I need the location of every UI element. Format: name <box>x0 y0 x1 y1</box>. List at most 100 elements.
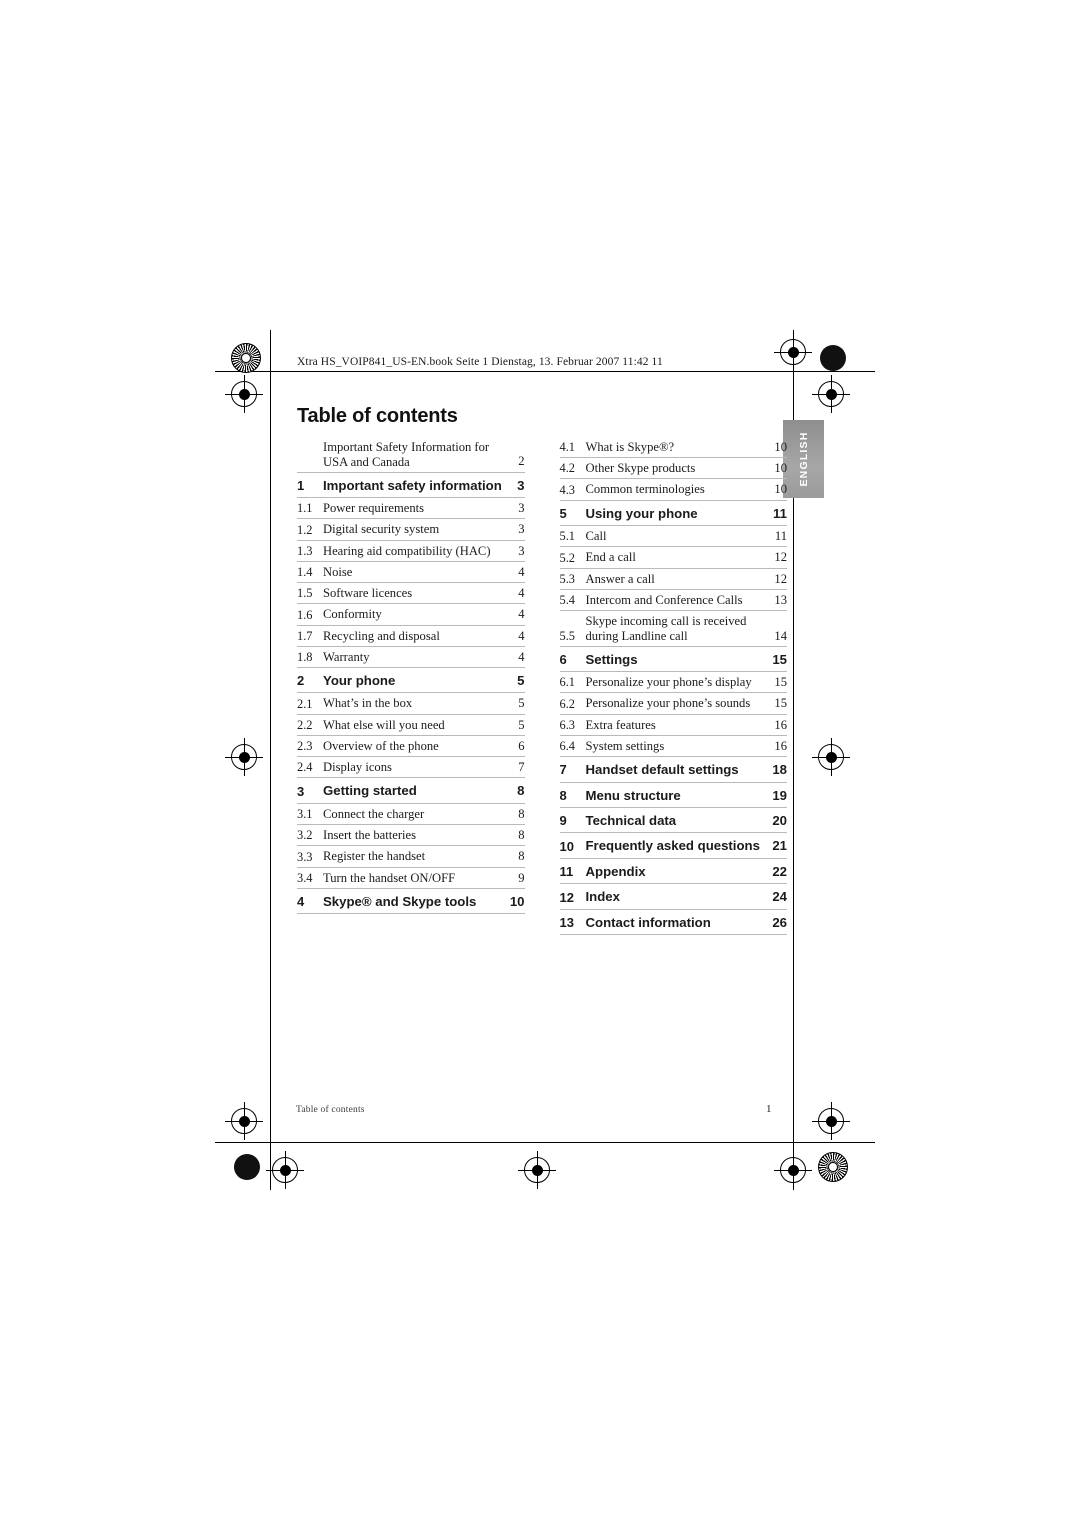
toc-row[interactable]: 5 Using your phone 11 <box>559 501 787 527</box>
toc-entry-title: Important Safety Information for USA and… <box>323 440 490 469</box>
toc-row[interactable]: 5.4 Intercom and Conference Calls 13 <box>559 590 787 612</box>
toc-row[interactable]: 4.1 What is Skype®? 10 <box>559 437 787 459</box>
toc-entry-number: 4.1 <box>559 440 576 455</box>
toc-entry-page: 10 <box>509 893 525 909</box>
toc-row[interactable]: 5.5 Skype incoming call is received durin… <box>559 611 787 647</box>
toc-entry-title: Using your phone <box>585 505 698 521</box>
toc-entry-page: 22 <box>772 863 787 879</box>
toc-row[interactable]: 1.5 Software licences 4 <box>297 583 525 605</box>
toc-entry-number: 1.7 <box>297 628 313 643</box>
toc-entry-page: 26 <box>772 914 787 930</box>
toc-row[interactable]: 1.3 Hearing aid compatibility (HAC) 3 <box>297 541 525 562</box>
toc-entry-number: 5.5 <box>559 628 576 643</box>
toc-entry-title: Your phone <box>323 673 396 688</box>
toc-row[interactable]: 1.7 Recycling and disposal 4 <box>297 626 525 647</box>
toc-row[interactable]: 5.1 Call 11 <box>559 526 787 548</box>
toc-entry-title: Software licences <box>323 586 413 601</box>
toc-entry-number: 2.3 <box>297 739 313 754</box>
toc-row[interactable]: 1.2 Digital security system 3 <box>297 519 525 541</box>
toc-row[interactable]: 1.1 Power requirements 3 <box>297 498 525 520</box>
toc-columns: Important Safety Information for USA and… <box>297 437 787 936</box>
toc-entry-title: End a call <box>585 550 636 565</box>
toc-row[interactable]: 2.1 What’s in the box 5 <box>297 693 525 715</box>
toc-entry-number: 1.8 <box>297 650 313 664</box>
toc-row[interactable]: 5.3 Answer a call 12 <box>559 569 787 590</box>
toc-entry-number: 2 <box>297 673 305 689</box>
toc-row[interactable]: 6.3 Extra features 16 <box>559 715 787 736</box>
toc-row[interactable]: 4.3 Common terminologies 10 <box>559 479 787 501</box>
toc-entry-page: 8 <box>518 849 525 864</box>
toc-entry-page: 8 <box>517 783 525 799</box>
toc-entry-number: 1.1 <box>297 501 313 516</box>
toc-row[interactable]: 3.4 Turn the handset ON/OFF 9 <box>297 868 525 889</box>
toc-entry-number: 6 <box>559 652 567 667</box>
toc-row[interactable]: 6.2 Personalize your phone’s sounds 15 <box>559 693 787 715</box>
toc-entry-title: Recycling and disposal <box>323 628 440 643</box>
language-tab-label: ENGLISH <box>797 431 810 487</box>
toc-entry-title: Contact information <box>585 914 711 930</box>
toc-row[interactable]: 2.4 Display icons 7 <box>297 757 525 779</box>
toc-row[interactable]: 6.4 System settings 16 <box>559 736 787 758</box>
toc-entry-number: 6.1 <box>559 675 576 690</box>
toc-entry-title: Extra features <box>585 717 656 732</box>
toc-row[interactable]: 3 Getting started 8 <box>297 778 525 804</box>
toc-row[interactable]: 3.2 Insert the batteries 8 <box>297 825 525 847</box>
crop-line-left <box>270 330 271 1190</box>
toc-row[interactable]: 1 Important safety information 3 <box>297 473 525 499</box>
toc-row[interactable]: 1.4 Noise 4 <box>297 562 525 584</box>
toc-entry-number: 9 <box>559 813 567 829</box>
toc-entry-page: 19 <box>772 787 787 803</box>
toc-row[interactable]: 8 Menu structure 19 <box>559 783 787 809</box>
toc-row[interactable]: 5.2 End a call 12 <box>559 547 787 569</box>
toc-entry-page: 10 <box>774 461 787 476</box>
toc-entry-number: 2.1 <box>297 696 313 711</box>
toc-row[interactable]: 12 Index 24 <box>559 884 787 910</box>
toc-row[interactable]: 3.3 Register the handset 8 <box>297 846 525 868</box>
registration-mark-top-left <box>225 375 263 413</box>
toc-entry-number: 3.1 <box>297 807 313 822</box>
toc-entry-title: Insert the batteries <box>323 828 417 843</box>
toc-entry-page: 6 <box>518 738 525 753</box>
toc-row[interactable]: 1.8 Warranty 4 <box>297 647 525 668</box>
toc-entry-page: 5 <box>518 717 525 732</box>
toc-row[interactable]: 2 Your phone 5 <box>297 668 525 694</box>
toc-row[interactable]: 2.2 What else will you need 5 <box>297 715 525 736</box>
toc-row[interactable]: 13 Contact information 26 <box>559 910 787 936</box>
toc-entry-number: 5.2 <box>559 550 576 565</box>
toc-entry-page: 2 <box>518 454 525 469</box>
footer-section-label: Table of contents <box>296 1105 365 1115</box>
toc-row[interactable]: 4.2 Other Skype products 10 <box>559 458 787 480</box>
toc-row[interactable]: Important Safety Information for USA and… <box>297 437 525 473</box>
toc-row[interactable]: 4 Skype® and Skype tools 10 <box>297 889 525 915</box>
toc-entry-number: 11 <box>559 864 574 880</box>
toc-entry-page: 8 <box>518 828 525 843</box>
toc-entry-page: 5 <box>517 673 525 688</box>
toc-row[interactable]: 3.1 Connect the charger 8 <box>297 804 525 826</box>
toc-entry-number: 3.2 <box>297 828 313 843</box>
page-title: Table of contents <box>297 405 458 427</box>
toc-entry-page: 11 <box>773 505 787 521</box>
toc-entry-page: 4 <box>518 586 525 601</box>
toc-entry-title: Common terminologies <box>585 482 705 497</box>
toc-entry-page: 16 <box>774 738 787 753</box>
toc-entry-number: 7 <box>559 762 567 778</box>
toc-row[interactable]: 1.6 Conformity 4 <box>297 604 525 626</box>
toc-entry-page: 13 <box>774 592 787 607</box>
toc-entry-number: 1 <box>297 477 305 493</box>
toc-entry-title: Skype incoming call is received during L… <box>585 614 747 643</box>
toc-row[interactable]: 6 Settings 15 <box>559 647 787 673</box>
toc-row[interactable]: 6.1 Personalize your phone’s display 15 <box>559 672 787 694</box>
toc-entry-number: 5 <box>559 505 567 521</box>
toc-entry-title: Warranty <box>323 649 370 664</box>
toc-entry-number: 6.4 <box>559 739 576 754</box>
toc-row[interactable]: 10 Frequently asked questions 21 <box>559 833 787 859</box>
toc-entry-number: 6.2 <box>559 696 576 711</box>
toc-entry-page: 12 <box>774 571 787 586</box>
toc-row[interactable]: 11 Appendix 22 <box>559 859 787 885</box>
toc-entry-title: Appendix <box>585 863 646 879</box>
toc-row[interactable]: 2.3 Overview of the phone 6 <box>297 736 525 758</box>
toc-entry-title: Intercom and Conference Calls <box>585 592 743 607</box>
toc-row[interactable]: 7 Handset default settings 18 <box>559 757 787 783</box>
toc-entry-title: Getting started <box>323 783 417 799</box>
toc-row[interactable]: 9 Technical data 20 <box>559 808 787 834</box>
